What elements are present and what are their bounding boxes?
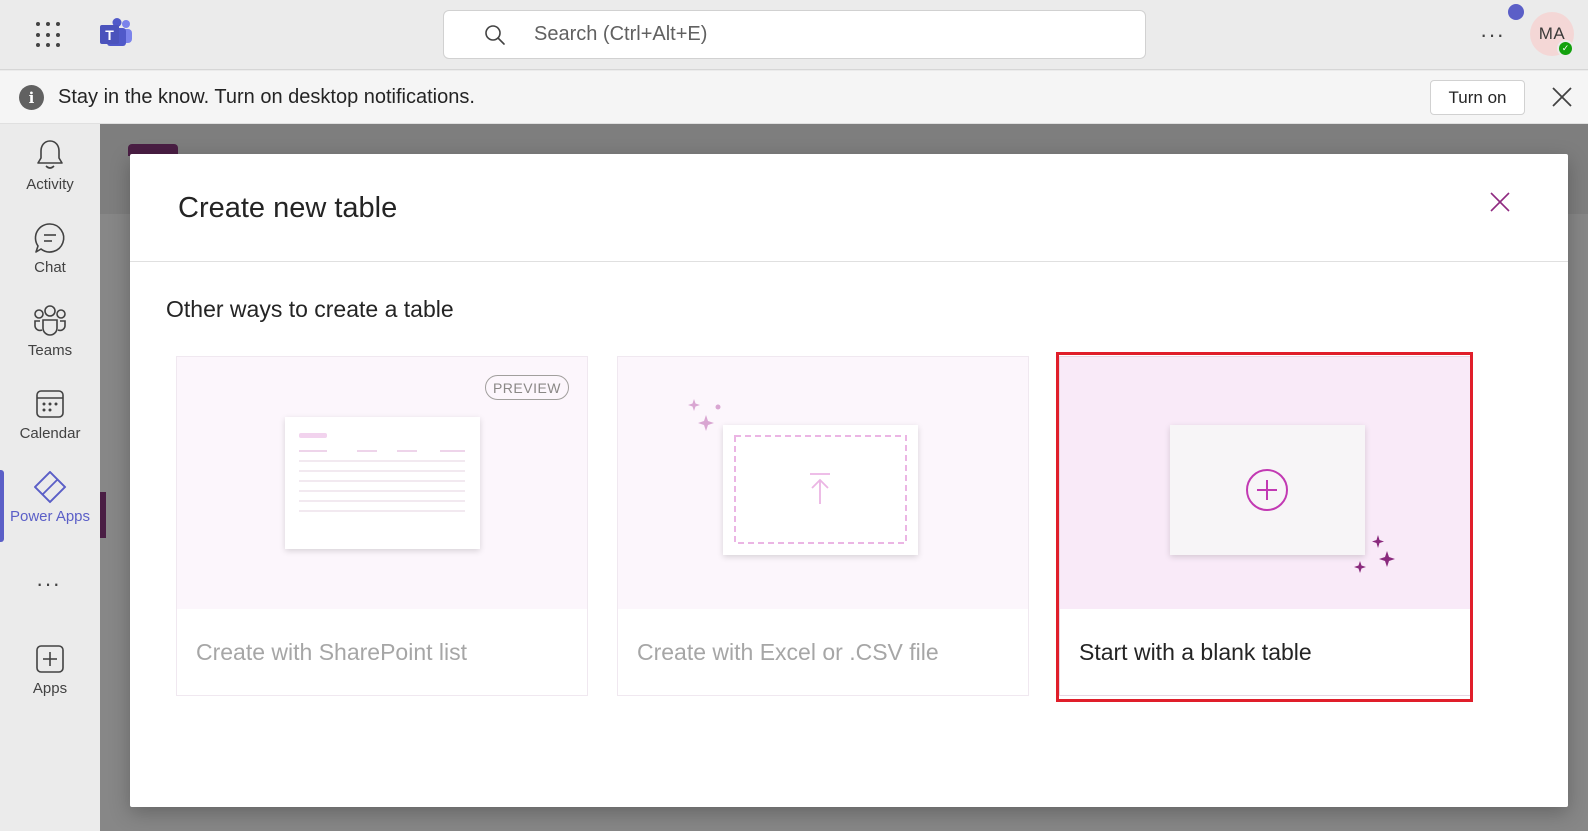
dialog-title: Create new table: [178, 192, 398, 224]
add-apps-icon: [36, 645, 64, 673]
app-side-tab: [100, 492, 106, 538]
rail-label: Activity: [26, 176, 74, 193]
rail-label: Apps: [32, 680, 68, 697]
app-launcher-icon[interactable]: [36, 22, 62, 48]
power-apps-icon: [34, 471, 67, 504]
card-excel-csv: Create with Excel or .CSV file: [617, 356, 1029, 696]
search-input[interactable]: [534, 11, 1094, 58]
rail-item-chat[interactable]: Chat: [0, 219, 100, 299]
card-sharepoint-list: PREVIEW Create with SharePoint list: [176, 356, 588, 696]
close-icon[interactable]: [1486, 188, 1514, 216]
create-table-dialog: Create new table Other ways to create a …: [130, 154, 1568, 807]
svg-text:T: T: [105, 27, 114, 43]
search-box[interactable]: [443, 10, 1146, 59]
presence-available-icon: ✓: [1557, 40, 1574, 57]
bell-icon: [37, 140, 63, 169]
calendar-icon: [36, 390, 64, 418]
rail-item-power-apps[interactable]: Power Apps: [0, 468, 100, 548]
dialog-divider: [130, 261, 1568, 262]
card-label: Create with Excel or .CSV file: [637, 639, 939, 665]
add-table-icon: [1170, 425, 1365, 555]
app-rail: Activity Chat Teams Calendar Power Apps …: [0, 124, 100, 831]
top-bar: T ··· MA ✓: [0, 0, 1588, 70]
more-options-button[interactable]: ···: [1480, 22, 1505, 48]
card-illustration: PREVIEW: [177, 357, 587, 609]
rail-label: Chat: [34, 259, 66, 276]
banner-message: Stay in the know. Turn on desktop notifi…: [58, 86, 475, 108]
rail-item-apps[interactable]: Apps: [0, 640, 100, 720]
rail-item-teams[interactable]: Teams: [0, 302, 100, 382]
active-indicator: [0, 470, 4, 542]
notification-dot: [1508, 4, 1524, 20]
turn-on-button[interactable]: Turn on: [1430, 80, 1525, 115]
more-apps-button[interactable]: ···: [36, 571, 61, 597]
card-blank-table[interactable]: Start with a blank table: [1059, 356, 1471, 696]
info-icon: i: [19, 85, 44, 110]
rail-label: Teams: [27, 342, 73, 359]
card-illustration: [1060, 357, 1470, 609]
rail-label: Calendar: [19, 425, 81, 442]
card-illustration: [618, 357, 1028, 609]
close-icon[interactable]: [1550, 85, 1574, 109]
rail-label: Power Apps: [9, 508, 91, 525]
preview-badge: PREVIEW: [485, 375, 569, 400]
chat-icon: [34, 223, 65, 253]
section-title: Other ways to create a table: [166, 296, 454, 322]
rail-item-calendar[interactable]: Calendar: [0, 385, 100, 465]
rail-item-activity[interactable]: Activity: [0, 136, 100, 216]
list-preview-icon: [285, 417, 480, 549]
sparkle-icon: [1354, 535, 1395, 573]
search-icon: [485, 25, 505, 45]
card-label: Start with a blank table: [1079, 639, 1312, 665]
upload-file-icon: [723, 425, 918, 555]
card-label: Create with SharePoint list: [196, 639, 468, 665]
teams-icon: [34, 305, 66, 336]
teams-logo-icon: T: [100, 18, 132, 46]
notification-banner: i Stay in the know. Turn on desktop noti…: [0, 71, 1588, 124]
sparkle-icon: [688, 399, 721, 431]
